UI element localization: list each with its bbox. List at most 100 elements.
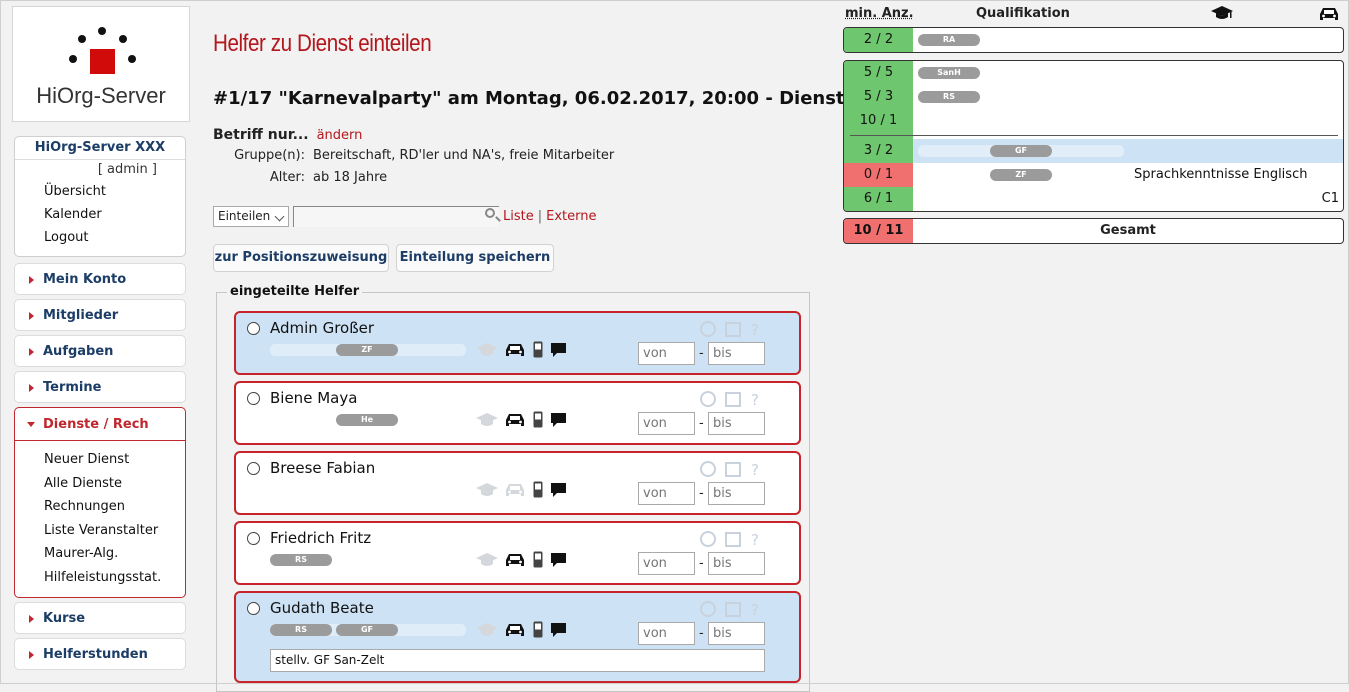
phone-icon[interactable] xyxy=(533,551,543,568)
helper-select-radio[interactable] xyxy=(247,392,260,405)
graduation-cap-icon xyxy=(1211,6,1233,19)
nav-uebersicht[interactable]: Übersicht xyxy=(15,181,185,204)
time-from-input[interactable] xyxy=(638,342,695,365)
svg-text:?: ? xyxy=(751,391,759,407)
helper-actions-icon[interactable]: ? xyxy=(699,391,767,409)
menu-dienste[interactable]: Dienste / Rech xyxy=(15,408,185,441)
req-row: 10 / 1 xyxy=(844,109,1343,133)
link-liste[interactable]: Liste xyxy=(503,209,534,224)
arrow-right-icon xyxy=(29,348,34,356)
menu-dienste-open: Dienste / Rech Neuer Dienst Alle Dienste… xyxy=(14,407,186,598)
arrow-right-icon xyxy=(29,384,34,392)
menu-aufgaben[interactable]: Aufgaben xyxy=(14,335,186,367)
user-name[interactable]: [ admin ] xyxy=(15,162,185,177)
submenu-rechnungen[interactable]: Rechnungen xyxy=(44,496,185,520)
menu-mein-konto[interactable]: Mein Konto xyxy=(14,263,186,295)
time-from-input[interactable] xyxy=(638,552,695,575)
submenu-liste-veranstalter[interactable]: Liste Veranstalter xyxy=(44,520,185,544)
svg-text:?: ? xyxy=(751,531,759,547)
arrow-right-icon xyxy=(29,650,34,659)
helper-select-radio[interactable] xyxy=(247,602,260,615)
comment-icon[interactable] xyxy=(550,412,567,428)
menu-label: Mitglieder xyxy=(43,308,119,323)
submenu-neuer-dienst[interactable]: Neuer Dienst xyxy=(44,449,185,473)
time-to-input[interactable] xyxy=(708,622,765,645)
helper-select-radio[interactable] xyxy=(247,532,260,545)
helper-card[interactable]: Gudath Beate RS GF? - stellv. GF San-Zelt xyxy=(234,591,801,683)
save-assignment-button[interactable]: Einteilung speichern xyxy=(396,244,554,272)
logo-dot xyxy=(78,35,86,43)
requirements-header: min. Anz. Qualifikation xyxy=(843,6,1344,24)
time-to-input[interactable] xyxy=(708,552,765,575)
time-to-input[interactable] xyxy=(708,412,765,435)
helper-note-input[interactable]: stellv. GF San-Zelt xyxy=(270,649,765,672)
time-dash: - xyxy=(699,416,704,431)
menu-label: Aufgaben xyxy=(43,344,114,359)
helper-card[interactable]: Breese Fabian? - xyxy=(234,451,801,515)
req-row: 0 / 1 ZF Sprachkenntnisse Englisch xyxy=(844,163,1343,187)
nav-kalender[interactable]: Kalender xyxy=(15,204,185,227)
helper-name: Friedrich Fritz xyxy=(270,529,372,547)
helpers-legend: eingeteilte Helfer xyxy=(227,284,363,299)
graduation-cap-icon xyxy=(476,343,498,357)
menu-termine[interactable]: Termine xyxy=(14,371,186,403)
helper-card[interactable]: Biene Maya He? - xyxy=(234,381,801,445)
phone-icon[interactable] xyxy=(533,341,543,358)
helper-actions-icon[interactable]: ? xyxy=(699,321,767,339)
submenu-hilfeleistungsstat[interactable]: Hilfeleistungsstat. xyxy=(44,567,185,591)
helper-card[interactable]: Friedrich Fritz RS? - xyxy=(234,521,801,585)
search-icon[interactable] xyxy=(485,208,495,218)
time-to-input[interactable] xyxy=(708,482,765,505)
submenu-alle-dienste[interactable]: Alle Dienste xyxy=(44,473,185,497)
helper-card[interactable]: Admin Großer ZF? - xyxy=(234,311,801,375)
req-count: 3 / 2 xyxy=(844,139,913,163)
car-icon xyxy=(505,412,525,428)
req-qual-badge: GF xyxy=(990,145,1052,157)
position-assign-button[interactable]: zur Positionszuweisung xyxy=(213,244,389,272)
time-from-input[interactable] xyxy=(638,622,695,645)
page-title: Helfer zu Dienst einteilen xyxy=(213,30,432,57)
link-externe[interactable]: Externe xyxy=(546,209,596,224)
action-select[interactable]: Einteilen xyxy=(213,206,289,227)
req-group-1: 2 / 2 RA xyxy=(843,27,1344,53)
betrifft-change-link[interactable]: ändern xyxy=(317,128,363,143)
submenu-maurer-alg[interactable]: Maurer-Alg. xyxy=(44,543,185,567)
helper-actions-icon[interactable]: ? xyxy=(699,461,767,479)
req-qual-badge: RS xyxy=(918,91,980,103)
logo-square xyxy=(90,49,115,74)
helper-search-input[interactable] xyxy=(293,206,499,227)
phone-icon[interactable] xyxy=(533,411,543,428)
time-from-input[interactable] xyxy=(638,412,695,435)
req-qual-badge: ZF xyxy=(990,169,1052,181)
time-to-input[interactable] xyxy=(708,342,765,365)
menu-label: Dienste / Rech xyxy=(43,417,149,432)
req-row: 6 / 1 C1 xyxy=(844,187,1343,211)
time-from-input[interactable] xyxy=(638,482,695,505)
menu-helferstunden[interactable]: Helferstunden xyxy=(14,637,186,670)
helper-actions-icon[interactable]: ? xyxy=(699,601,767,619)
comment-icon[interactable] xyxy=(550,622,567,638)
helper-select-radio[interactable] xyxy=(247,322,260,335)
helper-select-radio[interactable] xyxy=(247,462,260,475)
time-dash: - xyxy=(699,346,704,361)
org-name[interactable]: HiOrg-Server XXX xyxy=(15,140,185,160)
helpers-fieldset: eingeteilte Helfer Admin GroßerZF?-Biene… xyxy=(216,284,810,692)
req-total: 10 / 11 Gesamt xyxy=(843,218,1344,244)
comment-icon[interactable] xyxy=(550,482,567,498)
nav-logout[interactable]: Logout xyxy=(15,227,185,250)
col-qualification: Qualifikation xyxy=(976,6,1070,21)
comment-icon[interactable] xyxy=(550,342,567,358)
car-icon xyxy=(505,342,525,358)
menu-mitglieder[interactable]: Mitglieder xyxy=(14,299,186,331)
comment-icon[interactable] xyxy=(550,552,567,568)
logo[interactable]: HiOrg-Server xyxy=(12,6,190,122)
gruppe-row: Gruppe(n): Bereitschaft, RD'ler und NA's,… xyxy=(213,148,614,163)
menu-kurse[interactable]: Kurse xyxy=(14,601,186,634)
req-count: 2 / 2 xyxy=(844,28,913,52)
phone-icon[interactable] xyxy=(533,481,543,498)
submenu-dienste: Neuer Dienst Alle Dienste Rechnungen Lis… xyxy=(15,441,185,597)
req-count: 5 / 5 xyxy=(844,61,913,85)
alter-value: ab 18 Jahre xyxy=(313,170,388,185)
phone-icon[interactable] xyxy=(533,621,543,638)
helper-actions-icon[interactable]: ? xyxy=(699,531,767,549)
